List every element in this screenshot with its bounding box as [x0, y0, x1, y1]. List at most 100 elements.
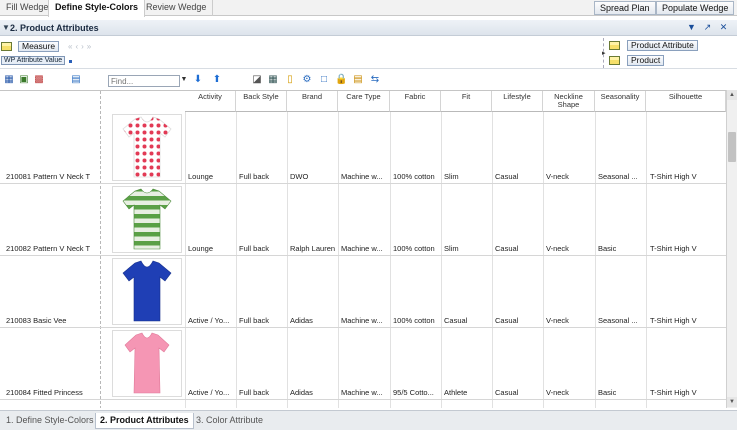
scroll-thumb[interactable] — [728, 132, 736, 162]
product-image — [112, 330, 182, 397]
cell-fit[interactable]: Athlete — [444, 388, 467, 397]
lock-icon[interactable]: 🔒 — [335, 74, 347, 86]
cell-care-type[interactable]: Machine w... — [341, 244, 383, 253]
cell-silhouette[interactable]: T-Shirt High V — [650, 388, 697, 397]
row-label: 210082 Pattern V Neck T — [6, 244, 91, 253]
cell-back-style[interactable]: Full back — [239, 316, 269, 325]
dropdown-arrow-icon[interactable]: ▼ — [686, 22, 697, 33]
cell-care-type[interactable]: Machine w... — [341, 388, 383, 397]
data-grid: Activity Back Style Brand Care Type Fabr… — [0, 90, 726, 408]
cell-seasonality[interactable]: Seasonal ... — [598, 316, 638, 325]
column-header-neckline-shape[interactable]: Neckline Shape — [543, 91, 595, 112]
cell-brand[interactable]: Adidas — [290, 388, 313, 397]
cell-fit[interactable]: Slim — [444, 244, 459, 253]
toolbar: ▦ ▣ ▩ ▤ ▼ ⬇ ⬆ ◪ ▦ ▯ ⚙ □ 🔒 ▤ ⇆ — [0, 72, 737, 90]
cell-seasonality[interactable]: Basic — [598, 244, 616, 253]
cell-activity[interactable]: Lounge — [188, 244, 213, 253]
cell-neckline-shape[interactable]: V-neck — [546, 244, 569, 253]
column-header-seasonality[interactable]: Seasonality — [595, 91, 646, 112]
cell-neckline-shape[interactable]: V-neck — [546, 388, 569, 397]
bottom-tab-bar: 1. Define Style-Colors 2. Product Attrib… — [0, 410, 737, 430]
column-header-fabric[interactable]: Fabric — [390, 91, 441, 112]
cell-lifestyle[interactable]: Casual — [495, 388, 518, 397]
column-header-lifestyle[interactable]: Lifestyle — [492, 91, 543, 112]
cell-back-style[interactable]: Full back — [239, 388, 269, 397]
column-header-brand[interactable]: Brand — [287, 91, 338, 112]
cell-lifestyle[interactable]: Casual — [495, 244, 518, 253]
arrow-up-icon[interactable]: ⬆ — [211, 74, 223, 86]
cell-fabric[interactable]: 100% cotton — [393, 316, 435, 325]
swap-icon[interactable]: ⇆ — [369, 74, 381, 86]
product-grid-icon — [609, 56, 620, 65]
cell-fit[interactable]: Slim — [444, 172, 459, 181]
column-header-activity[interactable]: Activity — [185, 91, 236, 112]
column-header-care-type[interactable]: Care Type — [338, 91, 390, 112]
column-header-silhouette[interactable]: Silhouette — [646, 91, 726, 112]
export-icon[interactable]: ◪ — [251, 74, 263, 86]
cell-brand[interactable]: DWO — [290, 172, 308, 181]
cell-lifestyle[interactable]: Casual — [495, 316, 518, 325]
product-attribute-chip[interactable]: Product Attribute — [627, 40, 698, 51]
collapse-caret-icon[interactable]: ▼ — [2, 21, 10, 35]
wp-attribute-value-chip[interactable]: WP Attribute Value — [1, 56, 66, 65]
cell-lifestyle[interactable]: Casual — [495, 172, 518, 181]
chart-view-icon[interactable]: ▣ — [18, 74, 30, 86]
table-row[interactable]: 210081 Pattern V Neck T Lounge Full back… — [0, 112, 726, 184]
line-chart-icon[interactable]: ▤ — [70, 74, 82, 86]
column-header-fit[interactable]: Fit — [441, 91, 492, 112]
cell-neckline-shape[interactable]: V-neck — [546, 172, 569, 181]
populate-wedge-button[interactable]: Populate Wedge — [656, 1, 735, 15]
product-attribute-grid-icon — [609, 41, 620, 50]
tab-define-style-colors[interactable]: 1. Define Style-Colors — [2, 413, 98, 429]
cell-neckline-shape[interactable]: V-neck — [546, 316, 569, 325]
table-row[interactable]: 210084 Fitted Princess Active / Yo... Fu… — [0, 328, 726, 400]
product-chip[interactable]: Product — [627, 55, 665, 66]
close-icon[interactable]: ✕ — [718, 22, 729, 33]
cell-seasonality[interactable]: Basic — [598, 388, 616, 397]
cell-fit[interactable]: Casual — [444, 316, 467, 325]
calc-icon[interactable]: □ — [318, 74, 330, 86]
find-input[interactable] — [108, 75, 180, 87]
cell-activity[interactable]: Lounge — [188, 172, 213, 181]
grid-settings-icon[interactable]: ▦ — [267, 74, 279, 86]
unlock-icon[interactable]: ▤ — [352, 74, 364, 86]
copy-icon[interactable]: ▯ — [284, 74, 296, 86]
scroll-up-icon[interactable]: ▲ — [727, 90, 737, 100]
cell-brand[interactable]: Ralph Lauren — [290, 244, 335, 253]
grid-view-icon[interactable]: ▦ — [3, 74, 15, 86]
measure-grid-icon — [1, 42, 12, 51]
filter-icon[interactable]: ⚙ — [301, 74, 313, 86]
cell-care-type[interactable]: Machine w... — [341, 172, 383, 181]
product-image — [112, 258, 182, 325]
table-row[interactable]: 210083 Basic Vee Active / Yo... Full bac… — [0, 256, 726, 328]
pivot-expand-arrow-icon[interactable]: ▸ — [602, 49, 606, 57]
column-header-back-style[interactable]: Back Style — [236, 91, 287, 112]
cell-activity[interactable]: Active / Yo... — [188, 316, 229, 325]
tab-color-attribute[interactable]: 3. Color Attribute — [192, 413, 267, 429]
vertical-scrollbar[interactable]: ▲ ▼ — [726, 90, 737, 408]
cell-silhouette[interactable]: T-Shirt High V — [650, 244, 697, 253]
tab-define-style-colors[interactable]: Define Style-Colors — [48, 0, 146, 17]
cell-silhouette[interactable]: T-Shirt High V — [650, 316, 697, 325]
arrow-down-icon[interactable]: ⬇ — [192, 74, 204, 86]
measure-chip[interactable]: Measure — [18, 41, 60, 52]
cell-back-style[interactable]: Full back — [239, 244, 269, 253]
cell-care-type[interactable]: Machine w... — [341, 316, 383, 325]
cell-fabric[interactable]: 100% cotton — [393, 244, 435, 253]
cell-fabric[interactable]: 95/5 Cotto... — [393, 388, 434, 397]
cell-seasonality[interactable]: Seasonal ... — [598, 172, 638, 181]
find-dropdown-icon[interactable]: ▼ — [178, 74, 190, 86]
cell-activity[interactable]: Active / Yo... — [188, 388, 229, 397]
cell-fabric[interactable]: 100% cotton — [393, 172, 435, 181]
tab-product-attributes[interactable]: 2. Product Attributes — [95, 413, 194, 429]
table-row[interactable]: 210082 Pattern V Neck T Lounge Full back… — [0, 184, 726, 256]
cell-back-style[interactable]: Full back — [239, 172, 269, 181]
expand-icon[interactable]: ↗ — [702, 22, 713, 33]
nav-arrows-icon: «‹›» — [68, 42, 95, 51]
bar-chart-icon[interactable]: ▩ — [33, 74, 45, 86]
tab-review-wedge[interactable]: Review Wedge — [140, 0, 214, 16]
cell-silhouette[interactable]: T-Shirt High V — [650, 172, 697, 181]
cell-brand[interactable]: Adidas — [290, 316, 313, 325]
scroll-down-icon[interactable]: ▼ — [727, 397, 737, 407]
spread-plan-button[interactable]: Spread Plan — [594, 1, 656, 15]
